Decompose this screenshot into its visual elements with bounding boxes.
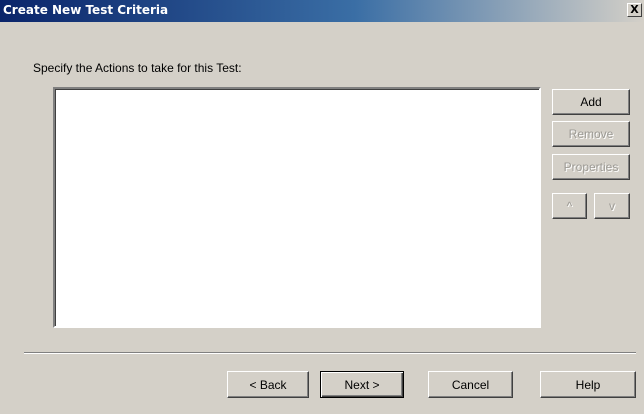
instruction-label: Specify the Actions to take for this Tes… [33,61,242,75]
remove-button[interactable]: Remove [552,121,630,147]
move-down-button[interactable]: v [594,193,630,219]
close-button[interactable]: X [627,3,642,17]
close-icon: X [630,3,639,16]
properties-button[interactable]: Properties [552,154,630,180]
title-bar[interactable]: Create New Test Criteria X [0,0,644,22]
next-button[interactable]: Next > [320,371,404,398]
add-button[interactable]: Add [552,89,630,115]
actions-listbox[interactable] [53,87,541,328]
move-up-button[interactable]: ^ [552,193,587,219]
dialog-window: Create New Test Criteria X Specify the A… [0,0,644,414]
footer-separator [24,352,636,354]
cancel-button[interactable]: Cancel [428,371,513,398]
window-title: Create New Test Criteria [3,3,169,17]
back-button[interactable]: < Back [227,371,309,398]
help-button[interactable]: Help [540,371,636,398]
